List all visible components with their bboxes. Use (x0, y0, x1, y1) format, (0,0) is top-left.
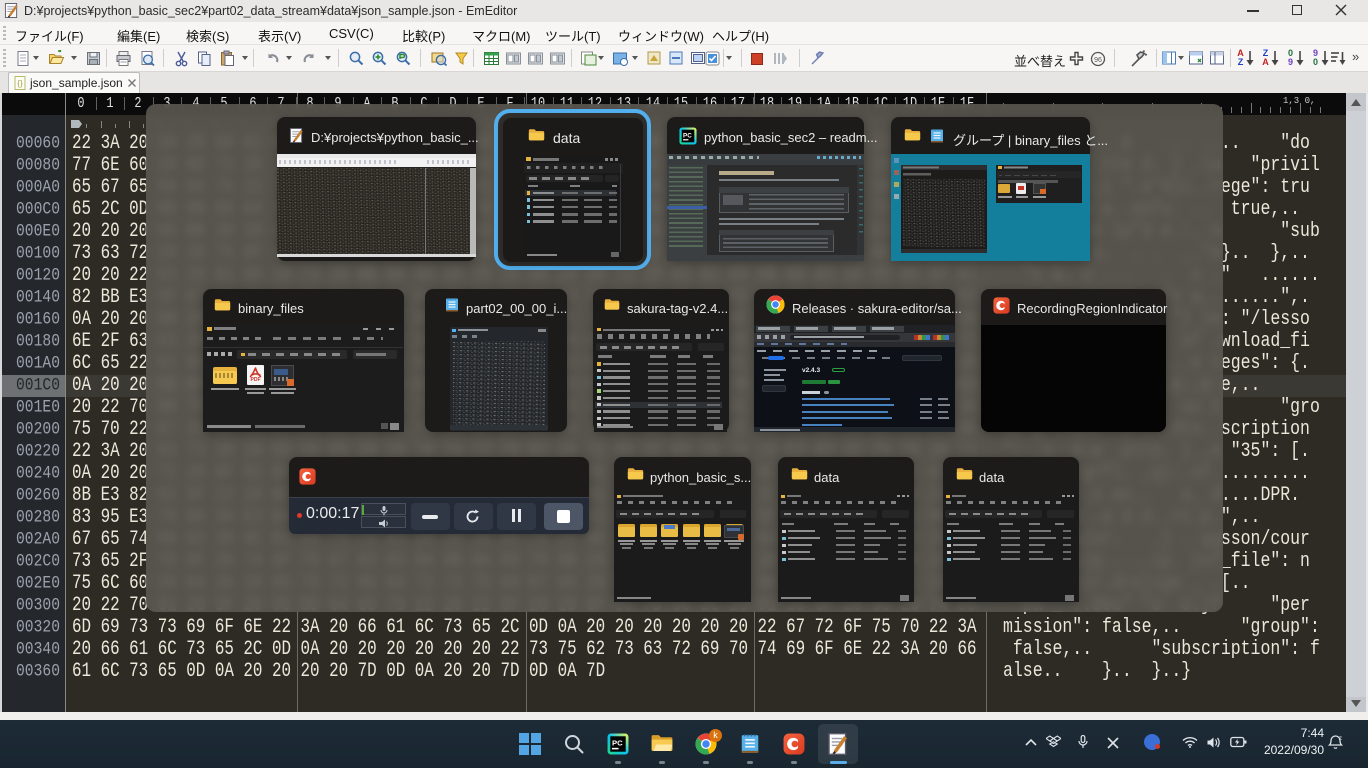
svg-text:PC: PC (612, 739, 623, 748)
svg-text:z: z (1339, 736, 1342, 742)
svg-text:96: 96 (1094, 57, 1102, 64)
svg-text:{}: {} (17, 79, 23, 88)
svg-text:PC: PC (683, 132, 692, 139)
